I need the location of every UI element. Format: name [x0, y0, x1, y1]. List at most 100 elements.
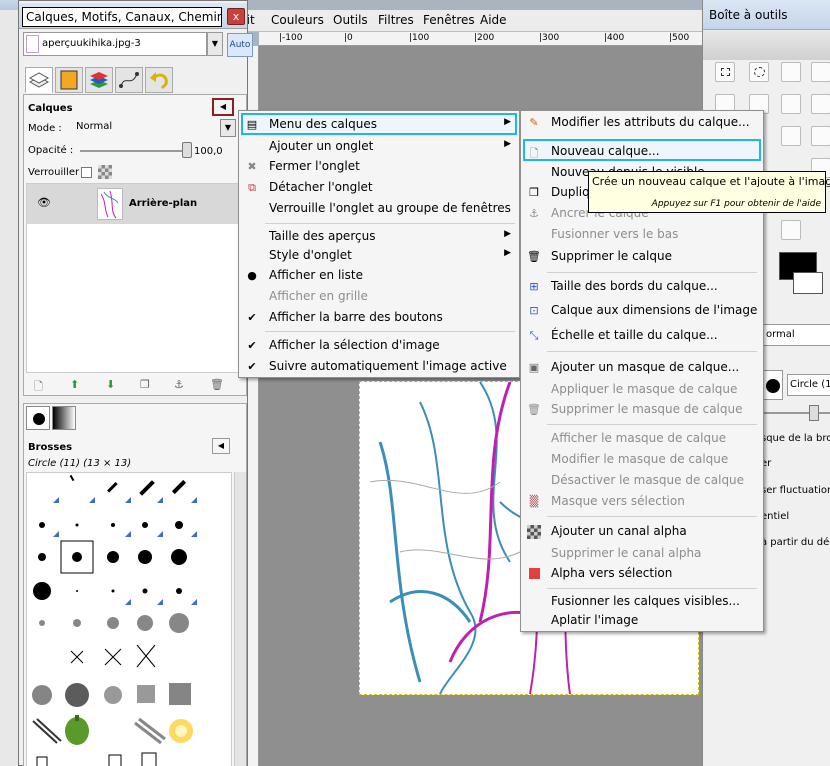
menu-item-afficher-masque[interactable]: Afficher le masque de calque — [521, 431, 763, 447]
menu-item-appliquer-masque[interactable]: Appliquer le masque de calque — [521, 382, 763, 398]
menu-item-nouveau-calque[interactable]: 🗋 Nouveau calque... — [521, 144, 763, 160]
layer-row[interactable]: 👁 Arrière-plan — [27, 184, 243, 224]
layers-panel: Calques ◀ Mode : Normal ▼ Opacité : 100,… — [23, 94, 247, 396]
opacity-slider-handle[interactable] — [182, 142, 192, 158]
chevron-down-icon[interactable]: ▼ — [207, 32, 223, 56]
menu-item-alpha-selection[interactable]: Alpha vers sélection — [521, 566, 763, 582]
menu-item-label: Détacher l'onglet — [269, 180, 373, 194]
ink-icon[interactable] — [781, 220, 801, 240]
tab-paths[interactable] — [115, 67, 143, 93]
toolbox-mode-select[interactable]: ormal — [761, 324, 830, 346]
menu-item-taille-bords[interactable]: ⊞ Taille des bords du calque... — [521, 279, 763, 295]
tab-brushes[interactable] — [26, 406, 50, 430]
menu-item-fusionner-visibles[interactable]: Fusionner les calques visibles... — [521, 594, 763, 610]
menu-item-masque-selection[interactable]: ▒ Masque vers sélection — [521, 494, 763, 510]
menu-item-detacher-onglet[interactable]: ⧉ Détacher l'onglet — [239, 180, 519, 196]
menu-item-echelle-taille[interactable]: ⤡ Échelle et taille du calque... — [521, 328, 763, 344]
chevron-down-icon[interactable]: ▼ — [220, 119, 236, 137]
menu-item-taille-apercus[interactable]: Taille des aperçus ▶ — [239, 229, 519, 245]
fuzzy-select-icon[interactable] — [811, 62, 830, 82]
opacity-slider[interactable] — [80, 150, 188, 152]
tab-layers[interactable] — [25, 67, 53, 93]
toolbox-size-slider[interactable] — [761, 412, 830, 414]
toolbox-brush-name[interactable]: Circle (11 — [787, 374, 830, 396]
tab-patterns[interactable] — [55, 67, 83, 93]
brush-grid-art — [32, 474, 197, 766]
menu-item-supprimer-masque[interactable]: 🗑 Supprimer le masque de calque — [521, 402, 763, 418]
lock-alpha-icon[interactable] — [98, 165, 112, 179]
ruler-label: |-100 — [279, 33, 303, 43]
menu-item-selection-image[interactable]: ✔ Afficher la sélection d'image — [239, 338, 519, 354]
menu-couleurs[interactable]: Couleurs — [271, 13, 324, 27]
menu-item-ajouter-onglet[interactable]: Ajouter un onglet ▶ — [239, 139, 519, 155]
scale-icon: ⤡ — [529, 329, 539, 342]
menu-item-aplatir[interactable]: Aplatir l'image — [521, 613, 763, 629]
menu-item-label: Masque vers sélection — [551, 494, 685, 508]
toolbox-size-handle[interactable] — [809, 405, 819, 421]
menu-item-afficher-grille[interactable]: Afficher en grille — [239, 289, 519, 305]
lasso-icon[interactable] — [781, 62, 801, 82]
tab-gradients[interactable] — [52, 406, 76, 430]
mode-select[interactable]: Normal — [74, 121, 238, 137]
menu-item-modifier-attributs[interactable]: ✎ Modifier les attributs du calque... — [521, 115, 763, 131]
chevron-right-icon: ▶ — [504, 117, 511, 127]
tab-undo[interactable] — [145, 67, 173, 93]
align-icon[interactable] — [811, 126, 830, 146]
brushes-menu-button[interactable]: ◀ — [212, 438, 230, 454]
dock-titlebar[interactable]: Calques, Motifs, Canaux, Chemins, A... x — [19, 3, 247, 29]
menu-item-menu-des-calques[interactable]: ▤ Menu des calques ▶ — [239, 117, 519, 133]
menu-item-ajouter-alpha[interactable]: Ajouter un canal alpha — [521, 524, 763, 540]
layer-thumbnail — [97, 188, 123, 220]
panel-menu-button[interactable]: ◀ — [212, 98, 234, 116]
menu-item-label: Supprimer le calque — [551, 249, 672, 263]
menu-item-suivre-image[interactable]: ✔ Suivre automatiquement l'image active — [239, 359, 519, 375]
anchor-layer-icon[interactable]: ⚓ — [174, 378, 184, 391]
menu-item-verrouille-onglet[interactable]: Verrouille l'onglet au groupe de fenêtre… — [239, 201, 519, 217]
toolbox-brush-preview[interactable] — [761, 370, 783, 400]
menu-item-label: Aplatir l'image — [551, 613, 639, 627]
menu-aide[interactable]: Aide — [480, 13, 507, 27]
menu-item-dimensions-image[interactable]: ⊡ Calque aux dimensions de l'image — [521, 303, 763, 319]
close-x-icon: ✖ — [247, 160, 257, 173]
menu-item-barre-boutons[interactable]: ✔ Afficher la barre des boutons — [239, 310, 519, 326]
eyedropper-icon[interactable] — [781, 94, 801, 114]
eye-icon[interactable]: 👁 — [37, 197, 51, 208]
tab-channels[interactable] — [85, 67, 113, 93]
brush-grid[interactable] — [26, 472, 232, 766]
opacity-value[interactable]: 100,0 — [194, 146, 223, 157]
menu-item-supprimer-calque[interactable]: 🗑 Supprimer le calque — [521, 249, 763, 265]
dock-close-button[interactable]: x — [227, 8, 245, 25]
background-color[interactable] — [793, 272, 823, 294]
menu-filtres[interactable]: Filtres — [378, 13, 414, 27]
menu-item-desactiver-masque[interactable]: Désactiver le masque de calque — [521, 473, 763, 489]
auto-button[interactable]: Auto — [227, 33, 253, 57]
menu-item-afficher-liste[interactable]: ● Afficher en liste — [239, 268, 519, 284]
menu-item-fermer-onglet[interactable]: ✖ Fermer l'onglet — [239, 159, 519, 175]
duplicate-layer-icon[interactable]: ❐ — [140, 378, 150, 391]
ruler-label: |0 — [344, 33, 353, 43]
menu-item-modifier-masque[interactable]: Modifier le masque de calque — [521, 452, 763, 468]
new-layer-icon[interactable]: 🗋 — [34, 378, 43, 397]
detach-icon: ⧉ — [248, 181, 256, 194]
lock-pixels-checkbox[interactable] — [81, 167, 92, 178]
menu-item-style-onglet[interactable]: Style d'onglet ▶ — [239, 248, 519, 264]
menu-item-supprimer-alpha[interactable]: Supprimer le canal alpha — [521, 546, 763, 562]
menu-item-fusionner-bas[interactable]: Fusionner vers le bas — [521, 227, 763, 243]
raise-layer-icon[interactable]: ⬆ — [70, 378, 79, 391]
toolbox-option: sque de la bross — [761, 433, 830, 444]
brushes-scrollbar[interactable] — [234, 472, 246, 766]
alpha-icon — [527, 525, 541, 539]
lower-layer-icon[interactable]: ⬇ — [106, 378, 115, 391]
menu-outils[interactable]: Outils — [333, 13, 368, 27]
menu-item-ajouter-masque[interactable]: ▣ Ajouter un masque de calque... — [521, 360, 763, 376]
delete-layer-icon[interactable]: 🗑 — [210, 378, 224, 391]
ellipse-select-icon[interactable] — [749, 62, 769, 82]
magnify-icon[interactable] — [811, 94, 830, 114]
move-icon[interactable] — [781, 126, 801, 146]
menu-fenetres[interactable]: Fenêtres — [423, 13, 475, 27]
image-selector[interactable]: aperçuukihika.jpg-3 — [23, 32, 207, 56]
menu-separator — [547, 272, 757, 273]
dock-title: Calques, Motifs, Canaux, Chemins, A... — [22, 7, 222, 27]
menu-item-label: Afficher en grille — [269, 289, 368, 303]
rect-select-icon[interactable] — [715, 62, 735, 82]
